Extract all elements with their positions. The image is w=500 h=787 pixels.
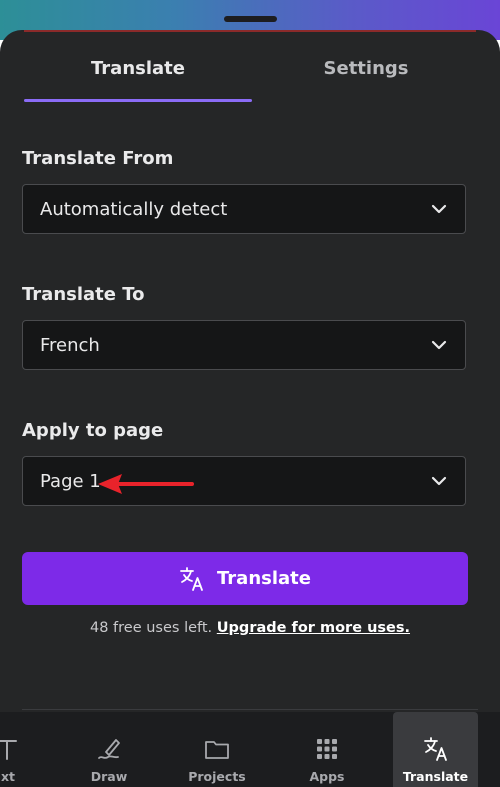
active-tab-indicator	[24, 99, 252, 102]
tab-translate[interactable]: Translate	[24, 58, 252, 79]
nav-label-translate: Translate	[402, 769, 469, 784]
tab-bar: Translate Settings	[0, 30, 500, 102]
free-uses-text: 48 free uses left.	[89, 620, 213, 636]
apply-to-page-label: Apply to page	[22, 420, 164, 441]
bottom-nav: xt Draw Projects Apps Translate	[0, 712, 500, 787]
chevron-down-icon	[431, 476, 447, 486]
folder-icon	[205, 741, 229, 759]
draw-icon	[98, 739, 120, 759]
text-icon	[0, 740, 17, 760]
panel-divider	[22, 709, 478, 710]
nav-item-apps[interactable]: Apps	[290, 712, 364, 787]
translate-from-value: Automatically detect	[40, 199, 228, 220]
nav-label-apps: Apps	[309, 769, 345, 784]
translate-button-content: Translate	[22, 552, 468, 605]
nav-item-draw[interactable]: Draw	[72, 712, 146, 787]
annotation-arrow-icon	[98, 474, 194, 494]
translate-to-label: Translate To	[22, 284, 145, 305]
translate-icon	[180, 566, 203, 591]
translate-button-label: Translate	[217, 568, 311, 589]
drag-handle[interactable]	[224, 16, 277, 22]
apply-to-page-select[interactable]: Page 1	[22, 456, 466, 506]
nav-label-draw: Draw	[90, 769, 128, 784]
nav-item-text[interactable]: xt	[0, 712, 32, 787]
translate-icon	[424, 737, 447, 761]
translate-to-value: French	[40, 335, 100, 356]
nav-label-projects: Projects	[188, 769, 246, 784]
chevron-down-icon	[431, 204, 447, 214]
usage-info: 48 free uses left. Upgrade for more uses…	[0, 620, 500, 636]
upgrade-link[interactable]: Upgrade for more uses.	[217, 620, 410, 636]
translate-button[interactable]: Translate	[22, 552, 468, 605]
nav-item-translate[interactable]: Translate	[393, 712, 478, 787]
chevron-down-icon	[431, 340, 447, 350]
translate-to-select[interactable]: French	[22, 320, 466, 370]
nav-label-text: xt	[0, 769, 16, 784]
tab-settings[interactable]: Settings	[252, 58, 480, 79]
nav-item-projects[interactable]: Projects	[180, 712, 254, 787]
translate-from-select[interactable]: Automatically detect	[22, 184, 466, 234]
translate-from-label: Translate From	[22, 148, 174, 169]
apps-grid-icon	[317, 739, 337, 759]
translate-panel	[0, 30, 500, 787]
apply-to-page-value: Page 1	[40, 471, 101, 492]
